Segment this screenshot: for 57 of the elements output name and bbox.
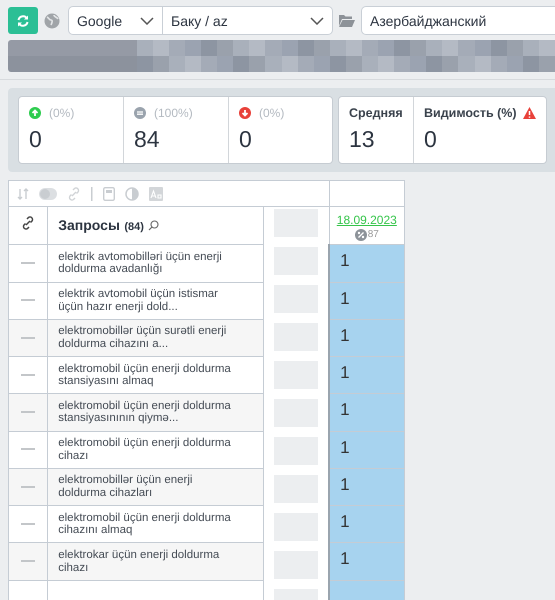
position-value: 1 (340, 438, 350, 457)
column-title: Запросы (84) (58, 216, 144, 235)
dash-icon (21, 486, 36, 488)
position-value: 1 (340, 363, 350, 382)
search-icon[interactable] (148, 220, 159, 232)
query-text: elektromobil üçün enerji doldurma stansiyasını almaq (58, 362, 232, 388)
stat-value: 84 (134, 126, 161, 153)
query-text: elektrokar üçün enerji doldurma cihazı (58, 548, 220, 574)
query-text: elektromobil üçün enerji doldurma stansiyasınının qiymə... (58, 400, 232, 426)
summary-label: Средняя (349, 106, 403, 120)
percent-label: (0%) (259, 106, 284, 120)
arrow-up-icon (29, 107, 41, 119)
position-value: 1 (340, 512, 350, 532)
percent-label: (0%) (49, 106, 74, 120)
percent-icon (354, 228, 367, 241)
dash-icon (21, 560, 36, 562)
summary-value: 13 (349, 126, 376, 153)
globe-icon (44, 12, 60, 28)
toggle-icon[interactable] (39, 188, 57, 200)
position-value: 1 (340, 251, 350, 270)
dash-icon (21, 523, 36, 526)
dash-icon (21, 374, 36, 376)
percent-count: 87 (368, 228, 379, 240)
dash-icon (21, 448, 36, 450)
summary-label: Видимость (%) (424, 106, 517, 120)
dash-icon (21, 299, 36, 302)
query-text: elektromobillər üçün enerji doldurma cihazları (58, 474, 194, 500)
text-size-icon[interactable] (149, 186, 163, 200)
language-select[interactable]: Азербайджанский (361, 6, 555, 35)
query-text: elektrik avtomobilləri üçün enerji doldurma avadanlığı (58, 250, 223, 276)
link-icon[interactable] (21, 216, 36, 230)
arrow-down-icon (239, 107, 251, 119)
percent-label: (100%) (154, 106, 193, 120)
summary-value: 0 (424, 126, 438, 153)
divider-icon (91, 186, 93, 200)
dash-icon (21, 262, 36, 264)
position-value: 1 (340, 288, 350, 308)
refresh-icon (16, 14, 30, 28)
warning-icon (522, 107, 536, 119)
contrast-icon[interactable] (125, 186, 139, 200)
sort-icon[interactable] (17, 188, 29, 200)
calculator-icon[interactable] (103, 186, 115, 200)
query-text: elektromobil üçün enerji doldurma cihazı (58, 437, 232, 462)
position-value: 1 (340, 326, 350, 345)
folder-icon (339, 14, 355, 27)
position-value: 1 (340, 400, 350, 420)
stat-value: 0 (29, 126, 43, 153)
position-value: 1 (340, 549, 350, 568)
query-text: elektrik avtomobil üçün istismar üçün hazır enerji dold... (58, 288, 220, 314)
dash-icon (21, 336, 36, 339)
query-text: elektromobil üçün enerji doldurma cihazını almaq (58, 512, 232, 537)
dash-icon (21, 411, 36, 414)
refresh-button[interactable] (8, 7, 38, 34)
stat-value: 0 (239, 126, 253, 153)
query-text: elektromobillər üçün surətli enerji doldurma cihazını a... (58, 325, 228, 351)
minus-circle-icon (134, 107, 146, 119)
position-value: 1 (340, 474, 350, 494)
